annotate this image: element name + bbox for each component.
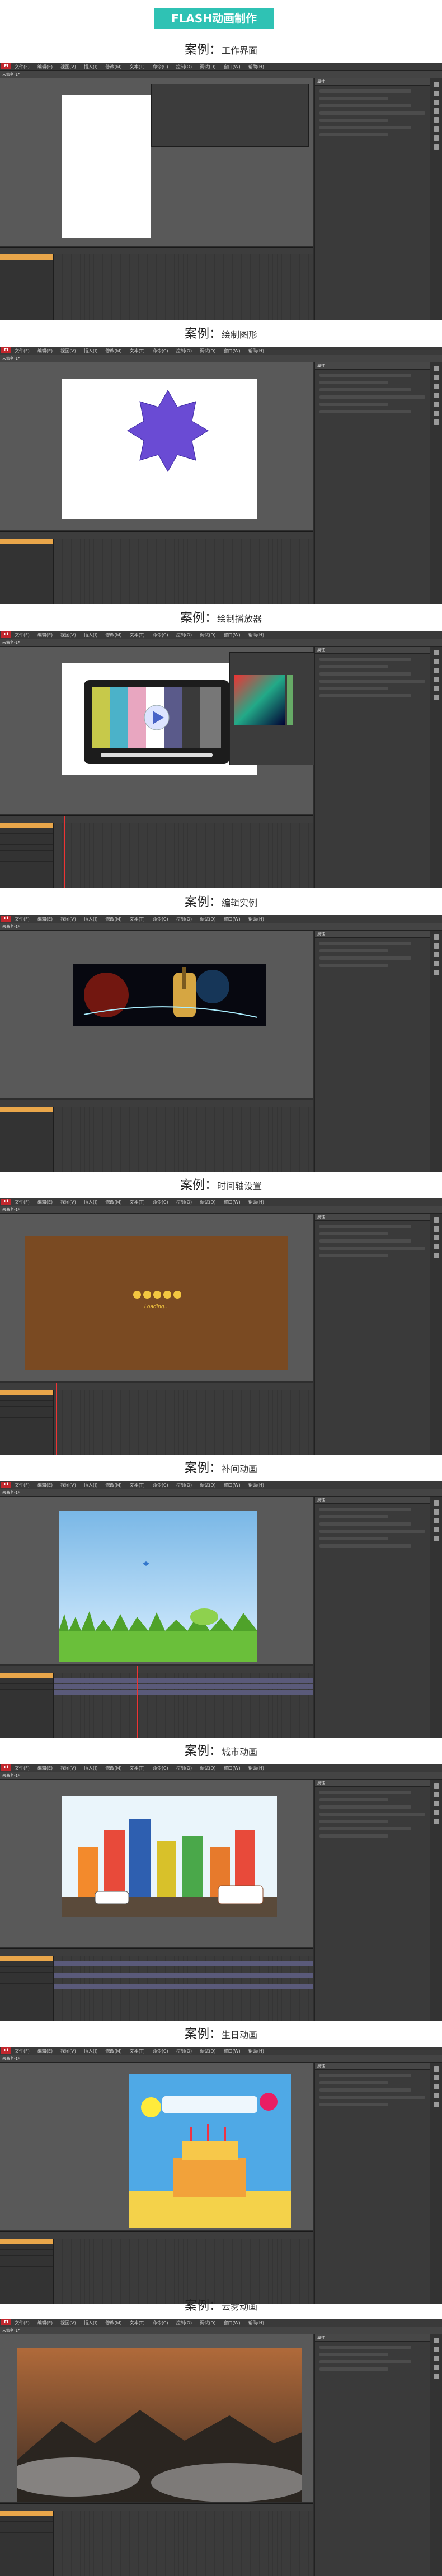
tool-bar (430, 78, 442, 320)
page-header: FLASH动画制作 (0, 0, 442, 34)
screenshot-tween-animation: Fl 文件(F) 编辑(E) 视图(V) 插入(I) 修改(M) 文本(T) 命令(C) 控制(… (0, 1481, 442, 1738)
cloud-scene (6, 2410, 308, 2502)
menu-window[interactable]: 窗口(W) (224, 64, 241, 69)
player-graphic[interactable] (62, 663, 257, 775)
menu-help[interactable]: 帮助(H) (248, 64, 264, 69)
tools-panel-float (151, 84, 309, 147)
stage-guitar[interactable] (73, 964, 266, 1026)
timeline[interactable] (0, 247, 313, 320)
case-title: 案例：补间动画 (184, 1461, 258, 1475)
menu-debug[interactable]: 调试(D) (200, 64, 215, 69)
timeline-ruler[interactable] (0, 248, 313, 254)
screenshot-cloud-animation: Fl 文件(F) 编辑(E) 视图(V) 插入(I) 修改(M) 文本(T) 命令(C) 控制(… (0, 2319, 442, 2576)
frame-grid[interactable] (54, 254, 313, 320)
stage-grass[interactable] (59, 1511, 257, 1662)
properties-panel: 属性 (314, 78, 430, 320)
guitar-image (83, 967, 258, 1018)
stage[interactable] (62, 663, 257, 775)
case-name: 工作界面 (222, 45, 258, 56)
case-title: 案例：绘制图形 (184, 327, 258, 341)
screenshot-edit-instance: Fl 文件(F) 编辑(E) 视图(V) 插入(I) 修改(M) 文本(T) 命令(C) 控制(… (0, 915, 442, 1172)
screenshot-draw-player: Fl 文件(F) 编辑(E) 视图(V) 插入(I) 修改(M) 文本(T) 命令(C) 控制(… (0, 631, 442, 888)
menu-modify[interactable]: 修改(M) (105, 64, 121, 69)
layer-list (0, 254, 54, 320)
case-title: 案例：生日动画 (184, 2027, 258, 2041)
menu-file[interactable]: 文件(F) (15, 64, 30, 69)
case-title: 案例：编辑实例 (184, 895, 258, 909)
star-shape[interactable] (62, 379, 257, 519)
case-title: 案例：工作界面 (0, 41, 442, 59)
screenshot-birthday-animation: Fl 文件(F) 编辑(E) 视图(V) 插入(I) 修改(M) 文本(T) 命令(C) 控制(… (0, 2047, 442, 2304)
screenshot-workspace: Fl 文件(F) 编辑(E) 视图(V) 插入(I) 修改(M) 文本(T) 命令(C) 控制(… (0, 63, 442, 320)
page-title-badge: FLASH动画制作 (154, 8, 274, 29)
menu-edit[interactable]: 编辑(E) (37, 64, 53, 69)
screenshot-draw-shape: Fl 文件(F) 编辑(E) 视图(V) 插入(I) 修改(M) 文本(T) 命令(C) 控制(… (0, 347, 442, 604)
case-title: 案例：绘制播放器 (180, 611, 262, 625)
case-title: 案例：城市动画 (184, 1744, 258, 1758)
app-logo: Fl (1, 63, 11, 69)
case-title: 案例：云雾动画 (184, 2299, 258, 2313)
stage-birthday[interactable] (129, 2074, 291, 2228)
stage-city[interactable] (62, 1796, 277, 1917)
case-prefix: 案例： (184, 43, 222, 57)
menu-bar: Fl 文件(F) 编辑(E) 视图(V) 插入(I) 修改(M) 文本(T) 命令(C) 控制(… (0, 63, 442, 71)
layer-row[interactable] (0, 254, 53, 260)
case-title: 案例：时间轴设置 (180, 1178, 262, 1192)
screenshot-city-animation: Fl 文件(F) 编辑(E) 视图(V) 插入(I) 修改(M) 文本(T) 命令(C) 控制(… (0, 1764, 442, 2021)
document-tab[interactable]: 未命名-1* (0, 71, 442, 78)
menu-insert[interactable]: 插入(I) (84, 64, 98, 69)
loading-text: Loading... (144, 1304, 170, 1310)
birthday-scene (129, 2093, 291, 2228)
stage-clouds[interactable] (6, 2348, 308, 2502)
menu-control[interactable]: 控制(O) (176, 64, 192, 69)
city-scene (62, 1819, 277, 1917)
grass-scene (59, 1561, 257, 1662)
menu-view[interactable]: 视图(V) (60, 64, 76, 69)
menu-text[interactable]: 文本(T) (130, 64, 145, 69)
stage[interactable] (62, 379, 257, 519)
stage[interactable] (62, 95, 151, 238)
loading-dots (133, 1291, 181, 1299)
screenshot-timeline-settings: Fl 文件(F) 编辑(E) 视图(V) 插入(I) 修改(M) 文本(T) 命令(C) 控制(… (0, 1198, 442, 1455)
color-panel (229, 652, 314, 765)
menu-command[interactable]: 命令(C) (153, 64, 168, 69)
stage-loading[interactable]: Loading... (25, 1236, 288, 1370)
stage-area (0, 78, 313, 246)
